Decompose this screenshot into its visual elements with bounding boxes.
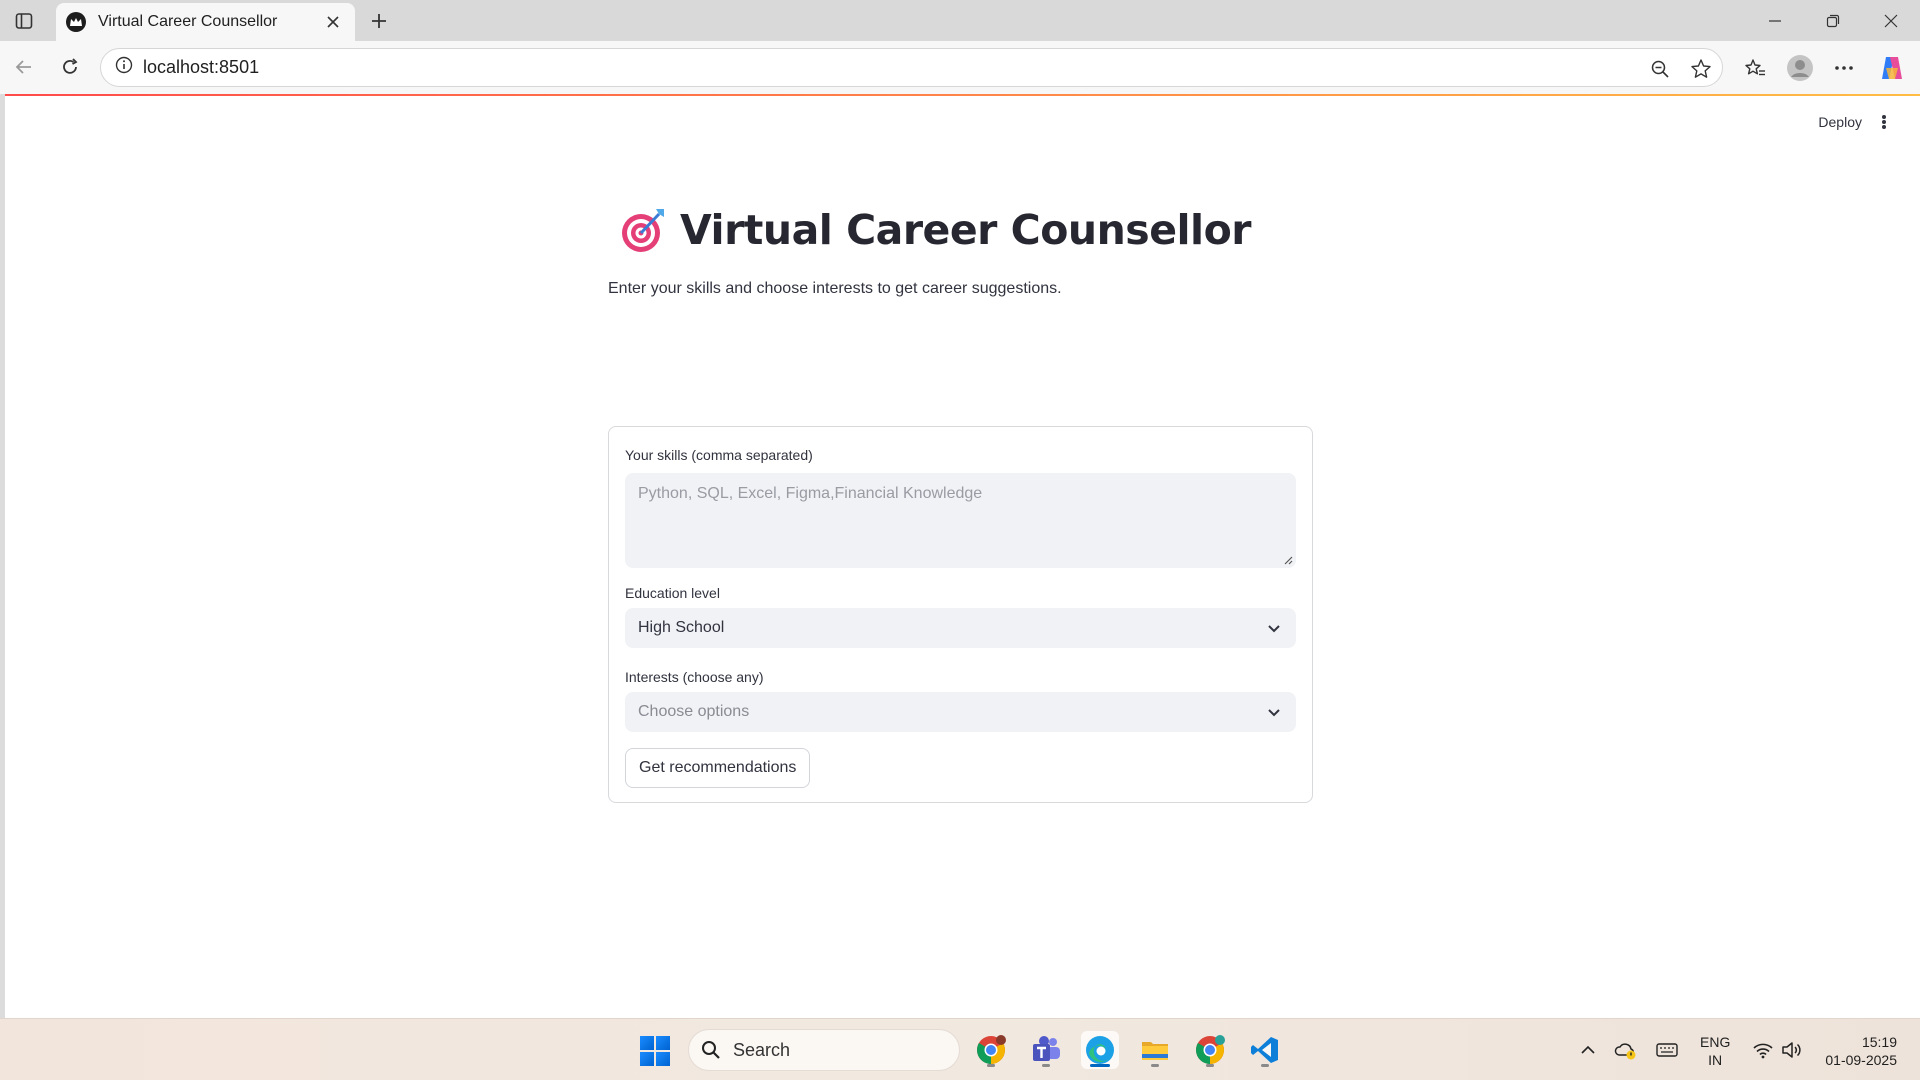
windows-taskbar: Search ENG IN 15:19 01-09-2025 — [0, 1018, 1920, 1080]
browser-tab-bar: Virtual Career Counsellor — [0, 0, 1920, 41]
favorite-star-icon[interactable] — [1689, 57, 1713, 81]
input-language-indicator[interactable]: ENG IN — [1700, 1033, 1730, 1069]
windows-start-icon[interactable] — [640, 1036, 670, 1066]
chrome-icon[interactable] — [972, 1031, 1010, 1069]
skills-placeholder: Python, SQL, Excel, Figma,Financial Know… — [638, 485, 983, 502]
interests-placeholder: Choose options — [638, 703, 750, 720]
tab-title: Virtual Career Counsellor — [98, 13, 278, 30]
restore-icon[interactable] — [1820, 8, 1846, 34]
tab-actions-icon[interactable] — [12, 9, 36, 33]
address-bar[interactable]: localhost:8501 — [100, 48, 1723, 87]
taskbar-clock[interactable]: 15:19 01-09-2025 — [1817, 1033, 1897, 1069]
more-options-icon[interactable] — [1829, 53, 1859, 83]
chevron-down-icon — [1264, 702, 1284, 722]
dart-target-icon — [622, 209, 664, 252]
browser-toolbar: localhost:8501 — [0, 41, 1920, 94]
page-title: Virtual Career Counsellor — [680, 206, 1252, 254]
education-value: High School — [638, 619, 725, 636]
search-icon — [702, 1041, 720, 1059]
minimize-icon[interactable] — [1762, 8, 1788, 34]
deploy-button[interactable]: Deploy — [1818, 114, 1862, 130]
taskbar-search-box[interactable]: Search — [688, 1029, 960, 1071]
resize-handle-icon[interactable] — [1283, 555, 1293, 565]
wifi-icon[interactable] — [1751, 1039, 1775, 1061]
interests-label: Interests (choose any) — [625, 669, 764, 685]
close-window-icon[interactable] — [1878, 8, 1904, 34]
taskbar-search-text: Search — [733, 1039, 791, 1060]
onedrive-warning-icon[interactable] — [1614, 1039, 1638, 1061]
zoom-out-icon[interactable] — [1648, 57, 1672, 81]
career-form: Your skills (comma separated) Python, SQ… — [608, 426, 1313, 803]
url-text[interactable]: localhost:8501 — [143, 57, 259, 78]
streamlit-page: Deploy Virtual Career Counsellor Enter y… — [5, 94, 1920, 1018]
volume-icon[interactable] — [1780, 1039, 1804, 1061]
clock-time: 15:19 — [1861, 1034, 1897, 1050]
copilot-icon[interactable] — [1877, 53, 1907, 83]
main-menu-icon[interactable] — [1876, 112, 1892, 132]
page-subtitle: Enter your skills and choose interests t… — [608, 280, 1062, 297]
main-content: Virtual Career Counsellor Enter your ski… — [608, 202, 1313, 803]
streamlit-favicon-icon — [66, 12, 86, 32]
skills-label: Your skills (comma separated) — [625, 447, 813, 463]
new-tab-icon[interactable] — [366, 8, 392, 34]
keyboard-icon[interactable] — [1655, 1039, 1679, 1061]
language-code: ENG — [1700, 1034, 1731, 1050]
teams-icon[interactable] — [1027, 1031, 1065, 1069]
file-explorer-icon[interactable] — [1136, 1031, 1174, 1069]
show-hidden-icons-chevron-up-icon[interactable] — [1576, 1039, 1600, 1061]
page-title-row: Virtual Career Counsellor — [608, 202, 1313, 258]
education-select[interactable]: High School — [625, 608, 1296, 648]
reload-icon[interactable] — [56, 53, 84, 81]
vscode-icon[interactable] — [1246, 1031, 1284, 1069]
favorites-icon[interactable] — [1740, 53, 1770, 83]
profile-avatar-icon[interactable] — [1785, 53, 1815, 83]
header-decoration-bar — [5, 94, 1920, 96]
chevron-down-icon — [1264, 618, 1284, 638]
interests-multiselect[interactable]: Choose options — [625, 692, 1296, 732]
edge-icon[interactable] — [1081, 1031, 1119, 1069]
back-arrow-icon[interactable] — [10, 53, 38, 81]
skills-textarea[interactable]: Python, SQL, Excel, Figma,Financial Know… — [625, 473, 1296, 568]
education-label: Education level — [625, 585, 720, 601]
site-info-icon[interactable] — [115, 56, 133, 79]
clock-date: 01-09-2025 — [1825, 1052, 1897, 1068]
get-recommendations-button[interactable]: Get recommendations — [625, 748, 811, 788]
region-code: IN — [1708, 1052, 1723, 1068]
chrome-profile-icon[interactable] — [1191, 1031, 1229, 1069]
close-tab-icon[interactable] — [323, 12, 343, 32]
tab-virtual-career-counsellor[interactable]: Virtual Career Counsellor — [56, 3, 355, 41]
